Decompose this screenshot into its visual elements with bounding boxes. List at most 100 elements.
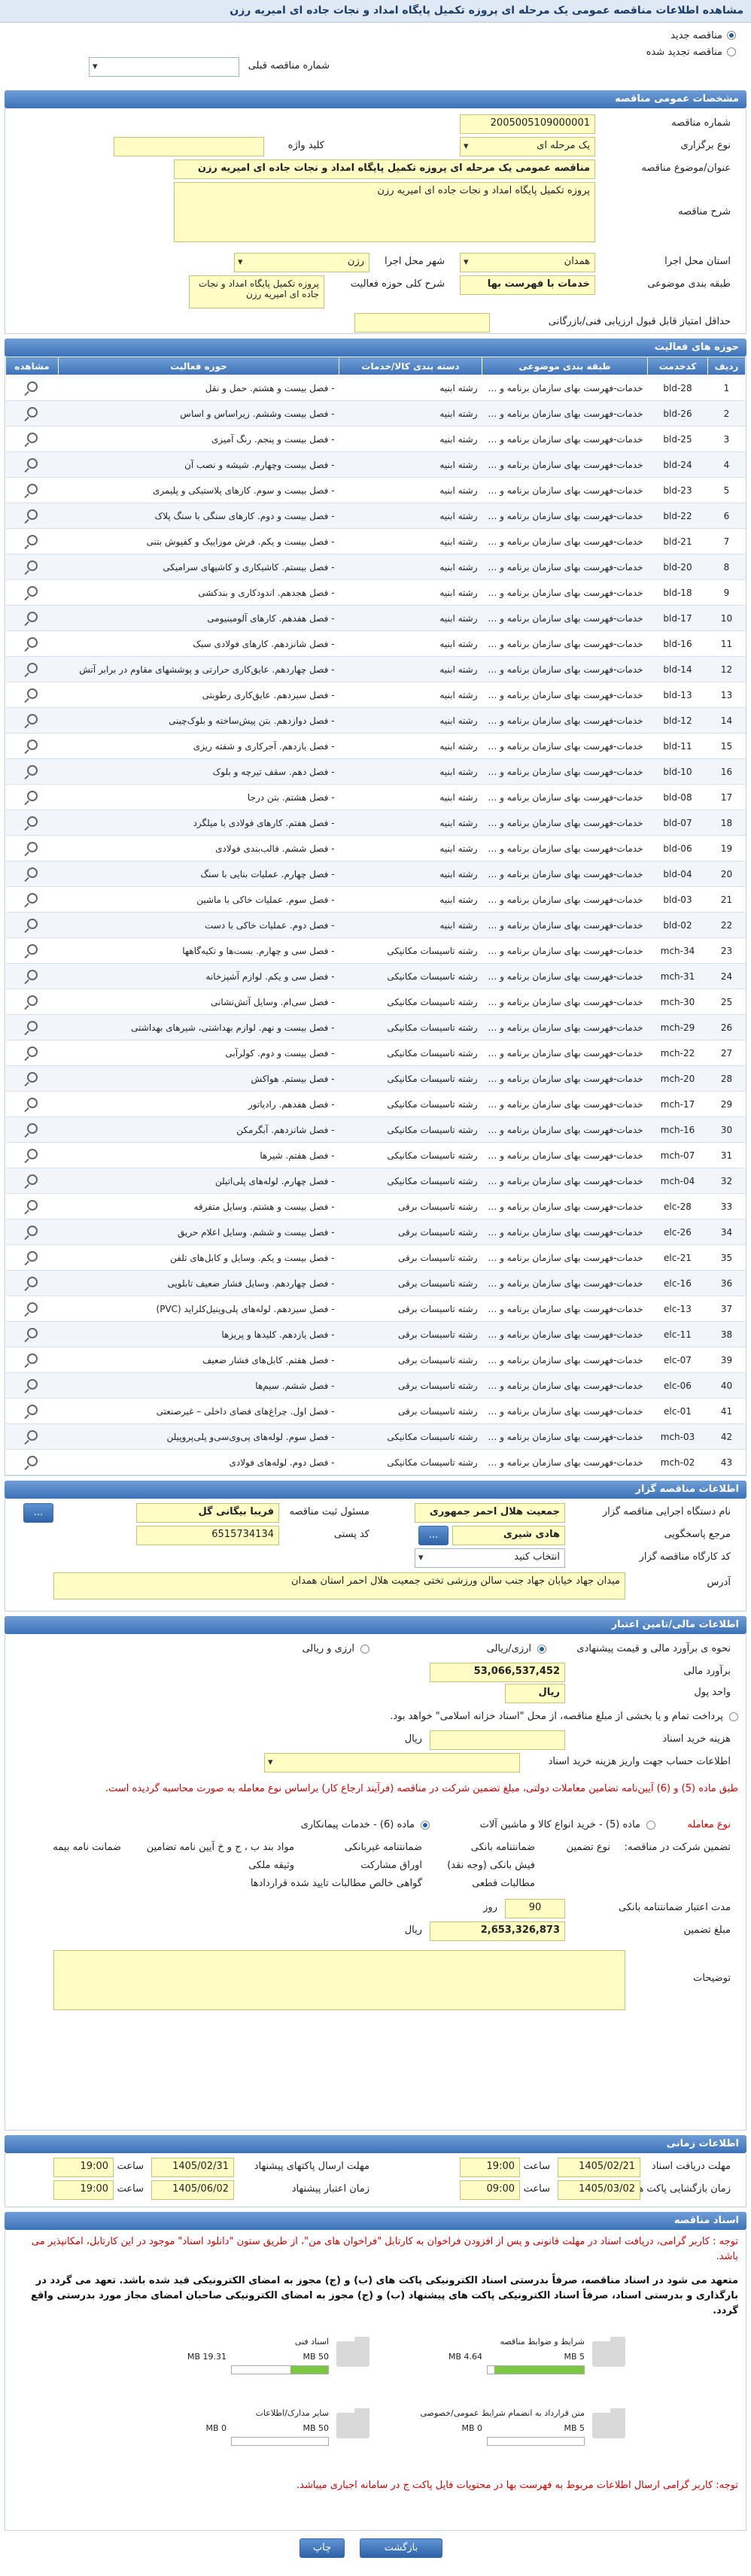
magnifier-icon[interactable]	[26, 1302, 38, 1313]
magnifier-icon[interactable]	[26, 995, 38, 1006]
g7[interactable]: مطالبات قطعی	[472, 1878, 535, 1889]
g1[interactable]: ضمانتنامه بانکی	[471, 1842, 535, 1853]
magnifier-icon[interactable]	[26, 714, 38, 724]
workshop-select[interactable]: انتخاب کنید	[415, 1548, 565, 1568]
bank-select[interactable]	[264, 1753, 520, 1773]
magnifier-icon[interactable]	[26, 1149, 38, 1159]
magnifier-icon[interactable]	[26, 484, 38, 494]
magnifier-icon[interactable]	[26, 407, 38, 418]
view-cell[interactable]	[5, 810, 59, 836]
view-cell[interactable]	[5, 963, 59, 989]
magnifier-icon[interactable]	[26, 612, 38, 622]
magnifier-icon[interactable]	[26, 1456, 38, 1466]
prev-number-select[interactable]	[89, 57, 239, 77]
view-cell[interactable]	[5, 1193, 59, 1220]
view-cell[interactable]	[5, 989, 59, 1015]
ref-button[interactable]: ...	[418, 1526, 448, 1545]
magnifier-icon[interactable]	[26, 893, 38, 904]
view-cell[interactable]	[5, 477, 59, 503]
view-cell[interactable]	[5, 1014, 59, 1040]
magnifier-icon[interactable]	[26, 944, 38, 955]
province-select[interactable]: همدان	[460, 253, 595, 272]
deal-opt1-radio[interactable]	[646, 1821, 655, 1830]
view-cell[interactable]	[5, 554, 59, 580]
view-cell[interactable]	[5, 605, 59, 631]
view-cell[interactable]	[5, 579, 59, 606]
magnifier-icon[interactable]	[26, 867, 38, 878]
opt-rial-radio[interactable]	[537, 1645, 546, 1654]
view-cell[interactable]	[5, 451, 59, 478]
opt-both-radio[interactable]	[360, 1645, 369, 1654]
magnifier-icon[interactable]	[26, 663, 38, 673]
view-cell[interactable]	[5, 503, 59, 529]
back-button[interactable]: بازگشت	[360, 2538, 442, 2558]
view-cell[interactable]	[5, 1142, 59, 1168]
view-cell[interactable]	[5, 656, 59, 682]
view-cell[interactable]	[5, 1065, 59, 1092]
magnifier-icon[interactable]	[26, 688, 38, 699]
magnifier-icon[interactable]	[26, 1072, 38, 1083]
view-cell[interactable]	[5, 1296, 59, 1322]
radio-renew[interactable]	[727, 47, 736, 56]
g5[interactable]: ضمانت نامه بیمه	[53, 1842, 121, 1853]
view-cell[interactable]	[5, 1321, 59, 1347]
magnifier-icon[interactable]	[26, 1123, 38, 1134]
view-cell[interactable]	[5, 400, 59, 427]
view-cell[interactable]	[5, 1040, 59, 1066]
magnifier-icon[interactable]	[26, 970, 38, 980]
view-cell[interactable]	[5, 835, 59, 861]
view-cell[interactable]	[5, 758, 59, 785]
g9[interactable]: مواد بند ب ، ج و خ آیین نامه تضامین	[147, 1842, 294, 1853]
view-cell[interactable]	[5, 1398, 59, 1424]
view-cell[interactable]	[5, 682, 59, 708]
g3[interactable]: اوراق مشارکت	[360, 1860, 422, 1871]
view-cell[interactable]	[5, 1270, 59, 1296]
magnifier-icon[interactable]	[26, 381, 38, 392]
g4[interactable]: وثیقه ملکی	[248, 1860, 294, 1871]
magnifier-icon[interactable]	[26, 586, 38, 597]
magnifier-icon[interactable]	[26, 1353, 38, 1364]
radio-new-row[interactable]: مناقصه جدید	[15, 27, 736, 44]
view-cell[interactable]	[5, 1244, 59, 1271]
view-cell[interactable]	[5, 1449, 59, 1475]
view-cell[interactable]	[5, 912, 59, 938]
g6[interactable]: فیش بانکی (وجه نقد)	[447, 1860, 535, 1871]
radio-new[interactable]	[727, 31, 736, 40]
magnifier-icon[interactable]	[26, 535, 38, 545]
magnifier-icon[interactable]	[26, 1200, 38, 1211]
view-cell[interactable]	[5, 733, 59, 759]
magnifier-icon[interactable]	[26, 1226, 38, 1236]
magnifier-icon[interactable]	[26, 791, 38, 801]
document-file[interactable]: متن قرارداد به انضمام شرایط عمومی/خصوصی 5…	[392, 2402, 633, 2455]
magnifier-icon[interactable]	[26, 1174, 38, 1185]
view-cell[interactable]	[5, 1372, 59, 1399]
view-cell[interactable]	[5, 528, 59, 554]
g2[interactable]: ضمانتنامه غیربانکی	[345, 1842, 422, 1853]
g8[interactable]: گواهی خالص مطالبات تایید شده قراردادها	[251, 1878, 422, 1889]
magnifier-icon[interactable]	[26, 1046, 38, 1057]
view-cell[interactable]	[5, 937, 59, 964]
magnifier-icon[interactable]	[26, 1430, 38, 1441]
view-cell[interactable]	[5, 1219, 59, 1245]
print-button[interactable]: چاپ	[299, 2538, 345, 2558]
view-cell[interactable]	[5, 1168, 59, 1194]
view-cell[interactable]	[5, 375, 59, 401]
magnifier-icon[interactable]	[26, 919, 38, 929]
magnifier-icon[interactable]	[26, 1328, 38, 1338]
magnifier-icon[interactable]	[26, 1379, 38, 1390]
type-select[interactable]: یک مرحله ای	[460, 137, 595, 156]
magnifier-icon[interactable]	[26, 433, 38, 443]
document-file[interactable]: اسناد فنی 50 MB 19.31 MB	[136, 2331, 377, 2383]
magnifier-icon[interactable]	[26, 765, 38, 776]
view-cell[interactable]	[5, 630, 59, 657]
view-cell[interactable]	[5, 707, 59, 734]
deal-opt2-radio[interactable]	[421, 1821, 430, 1830]
responsible-button[interactable]: ...	[23, 1503, 53, 1523]
view-cell[interactable]	[5, 784, 59, 810]
view-cell[interactable]	[5, 886, 59, 913]
view-cell[interactable]	[5, 1347, 59, 1373]
keyword-field[interactable]	[114, 137, 264, 156]
pay-note-check[interactable]	[729, 1712, 738, 1721]
view-cell[interactable]	[5, 1116, 59, 1143]
magnifier-icon[interactable]	[26, 1021, 38, 1031]
